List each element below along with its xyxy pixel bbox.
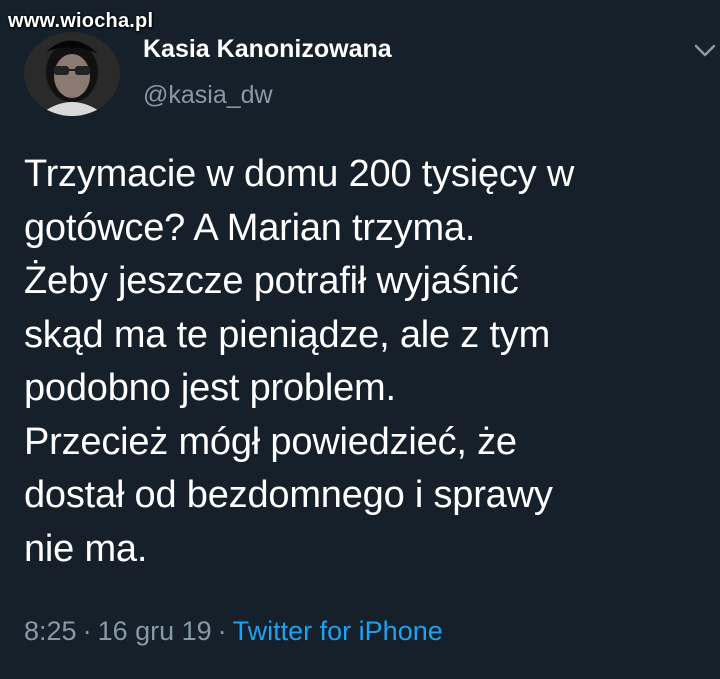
avatar-image: [24, 32, 120, 116]
user-handle[interactable]: @kasia_dw: [143, 80, 392, 110]
tweet-time[interactable]: 8:25: [24, 616, 77, 646]
avatar[interactable]: [24, 32, 120, 116]
meta-separator-2: ·: [217, 616, 227, 646]
tweet-source-link[interactable]: Twitter for iPhone: [233, 616, 443, 646]
chevron-down-icon[interactable]: [690, 36, 720, 66]
site-watermark: www.wiocha.pl: [8, 10, 154, 32]
tweet-meta: 8:25 · 16 gru 19 · Twitter for iPhone: [24, 614, 443, 648]
display-name[interactable]: Kasia Kanonizowana: [143, 34, 392, 64]
tweet-header: Kasia Kanonizowana @kasia_dw: [24, 32, 720, 122]
user-info: Kasia Kanonizowana @kasia_dw: [143, 34, 392, 110]
tweet-text: Trzymacie w domu 200 tysięcy w gotówce? …: [24, 153, 575, 570]
tweet-date[interactable]: 16 gru 19: [98, 616, 212, 646]
meta-separator: ·: [82, 616, 92, 646]
